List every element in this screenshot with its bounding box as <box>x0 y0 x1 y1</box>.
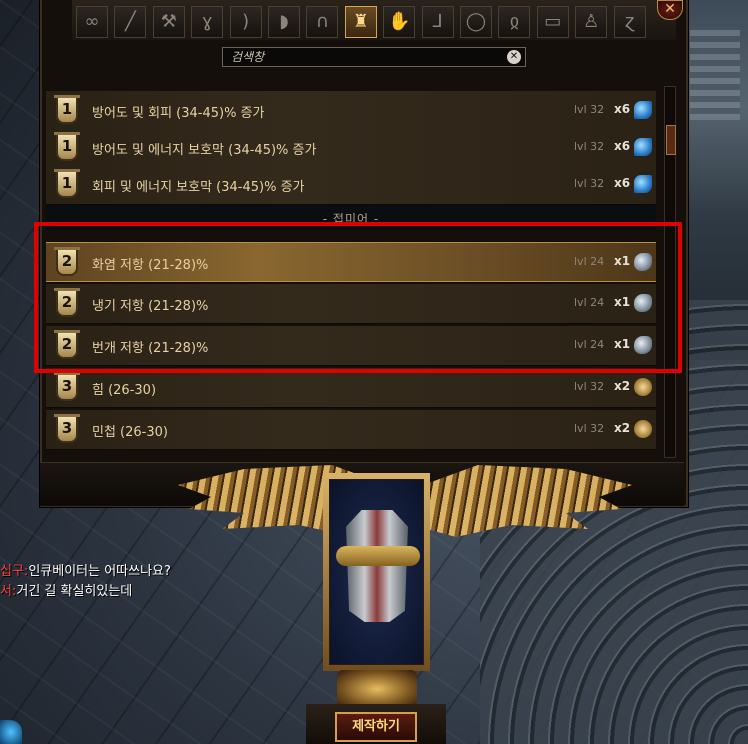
sword-icon[interactable]: ╱ <box>114 6 147 38</box>
trans-orb-icon <box>634 336 652 354</box>
fleur-ornament <box>337 670 417 708</box>
scrollbar-thumb[interactable] <box>666 125 676 155</box>
modifier-row[interactable]: 2 화염 저항 (21-28)% lvl 24 x1 <box>46 242 656 282</box>
tier-badge: 3 <box>54 372 80 401</box>
chat-line: 십구:인큐베이터는 어따쓰나요? <box>0 562 171 582</box>
modifier-row[interactable]: 1 방어도 및 회피 (34-45)% 증가 lvl 32 x6 <box>46 91 656 131</box>
modifier-label: 화염 저항 (21-28)% <box>92 258 209 273</box>
chat-line: 서:거긴 길 확실히있는데 <box>0 582 171 602</box>
modifier-row[interactable]: 1 회피 및 에너지 보호막 (34-45)% 증가 lvl 32 x6 <box>46 165 656 205</box>
required-level: lvl 32 <box>574 177 605 190</box>
background-orb <box>0 720 22 744</box>
cost-quantity: x2 <box>614 379 631 393</box>
search-input[interactable]: 검색창 <box>222 47 526 67</box>
required-level: lvl 24 <box>574 296 605 309</box>
shield-icon[interactable]: ◗ <box>268 6 300 38</box>
required-level: lvl 32 <box>574 380 605 393</box>
axe-icon[interactable]: ⚒ <box>152 6 185 38</box>
infinity-icon[interactable]: ∞ <box>76 6 108 38</box>
item-category-tabs: ∞ ╱ ⚒ ɣ) ◗ ∩ ♜ ✋ ⅃ ◯ ჲ ▭ ♙ ɀ <box>72 0 676 40</box>
bow-icon[interactable]: ) <box>229 6 262 38</box>
item-slot[interactable] <box>329 479 424 665</box>
suffix-divider-label: - 접미어 - <box>322 212 380 226</box>
gloves-icon[interactable]: ✋ <box>383 6 416 38</box>
aug-orb-icon <box>634 378 652 396</box>
body-armour-item-icon <box>346 510 408 622</box>
belt-icon[interactable]: ▭ <box>536 6 569 38</box>
cost-quantity: x6 <box>614 139 631 153</box>
aug-orb-icon <box>634 420 652 438</box>
jewel-icon[interactable]: ɀ <box>613 6 646 38</box>
regal-orb-icon <box>634 138 652 156</box>
tier-badge: 1 <box>54 132 80 161</box>
modifier-label: 방어도 및 에너지 보호막 (34-45)% 증가 <box>92 143 317 158</box>
modifier-row[interactable]: 1 방어도 및 에너지 보호막 (34-45)% 증가 lvl 32 x6 <box>46 128 656 168</box>
modifier-row[interactable]: 3 힘 (26-30) lvl 32 x2 <box>46 368 656 408</box>
cost-quantity: x6 <box>614 102 631 116</box>
modifier-label: 회피 및 에너지 보호막 (34-45)% 증가 <box>92 180 305 195</box>
chat-message: 인큐베이터는 어따쓰나요? <box>28 564 171 579</box>
helmet-icon[interactable]: ∩ <box>306 6 339 38</box>
cost-quantity: x2 <box>614 421 631 435</box>
modifier-row[interactable]: 3 민첩 (26-30) lvl 32 x2 <box>46 410 656 450</box>
flask-icon[interactable]: ♙ <box>575 6 608 38</box>
required-level: lvl 32 <box>574 103 605 116</box>
required-level: lvl 32 <box>574 140 605 153</box>
regal-orb-icon <box>634 175 652 193</box>
modifier-row[interactable]: 2 번개 저항 (21-28)% lvl 24 x1 <box>46 326 656 366</box>
modifier-label: 방어도 및 회피 (34-45)% 증가 <box>92 106 265 121</box>
chat-message: 거긴 길 확실히있는데 <box>16 584 133 599</box>
chat-sender[interactable]: 십구 <box>0 564 24 579</box>
amulet-icon[interactable]: ჲ <box>498 6 531 38</box>
cost-quantity: x1 <box>614 254 631 268</box>
body-armour-icon[interactable]: ♜ <box>344 6 377 38</box>
modifier-label: 번개 저항 (21-28)% <box>92 341 209 356</box>
tier-badge: 1 <box>54 169 80 198</box>
modifier-label: 힘 (26-30) <box>92 383 157 398</box>
boots-icon[interactable]: ⅃ <box>421 6 454 38</box>
cost-quantity: x1 <box>614 337 631 351</box>
modifier-label: 냉기 저항 (21-28)% <box>92 299 209 314</box>
tier-badge: 2 <box>54 247 80 276</box>
modifier-list: - 접미어 - 1 방어도 및 회피 (34-45)% 증가 lvl 32 x6 1 방어… <box>46 86 658 458</box>
required-level: lvl 32 <box>574 422 605 435</box>
regal-orb-icon <box>634 101 652 119</box>
chat-log: 십구:인큐베이터는 어따쓰나요? 서:거긴 길 확실히있는데 <box>0 562 171 602</box>
armour-ornament-icon <box>336 546 420 566</box>
cost-quantity: x1 <box>614 295 631 309</box>
cost-quantity: x6 <box>614 176 631 190</box>
ring-icon[interactable]: ◯ <box>460 6 492 38</box>
required-level: lvl 24 <box>574 338 605 351</box>
trans-orb-icon <box>634 294 652 312</box>
tier-badge: 2 <box>54 288 80 317</box>
item-slot-frame <box>323 473 430 671</box>
tier-badge: 2 <box>54 330 80 359</box>
required-level: lvl 24 <box>574 255 605 268</box>
list-scrollbar[interactable] <box>664 86 676 458</box>
craft-button[interactable]: 제작하기 <box>335 712 417 742</box>
modifier-label: 민첩 (26-30) <box>92 425 168 440</box>
tier-badge: 1 <box>54 95 80 124</box>
tier-badge: 3 <box>54 414 80 443</box>
modifier-row[interactable]: 2 냉기 저항 (21-28)% lvl 24 x1 <box>46 284 656 324</box>
trans-orb-icon <box>634 253 652 271</box>
chat-sender[interactable]: 서 <box>0 584 12 599</box>
claw-icon[interactable]: ɣ <box>191 6 224 38</box>
clear-search-icon[interactable]: ✕ <box>507 50 521 64</box>
